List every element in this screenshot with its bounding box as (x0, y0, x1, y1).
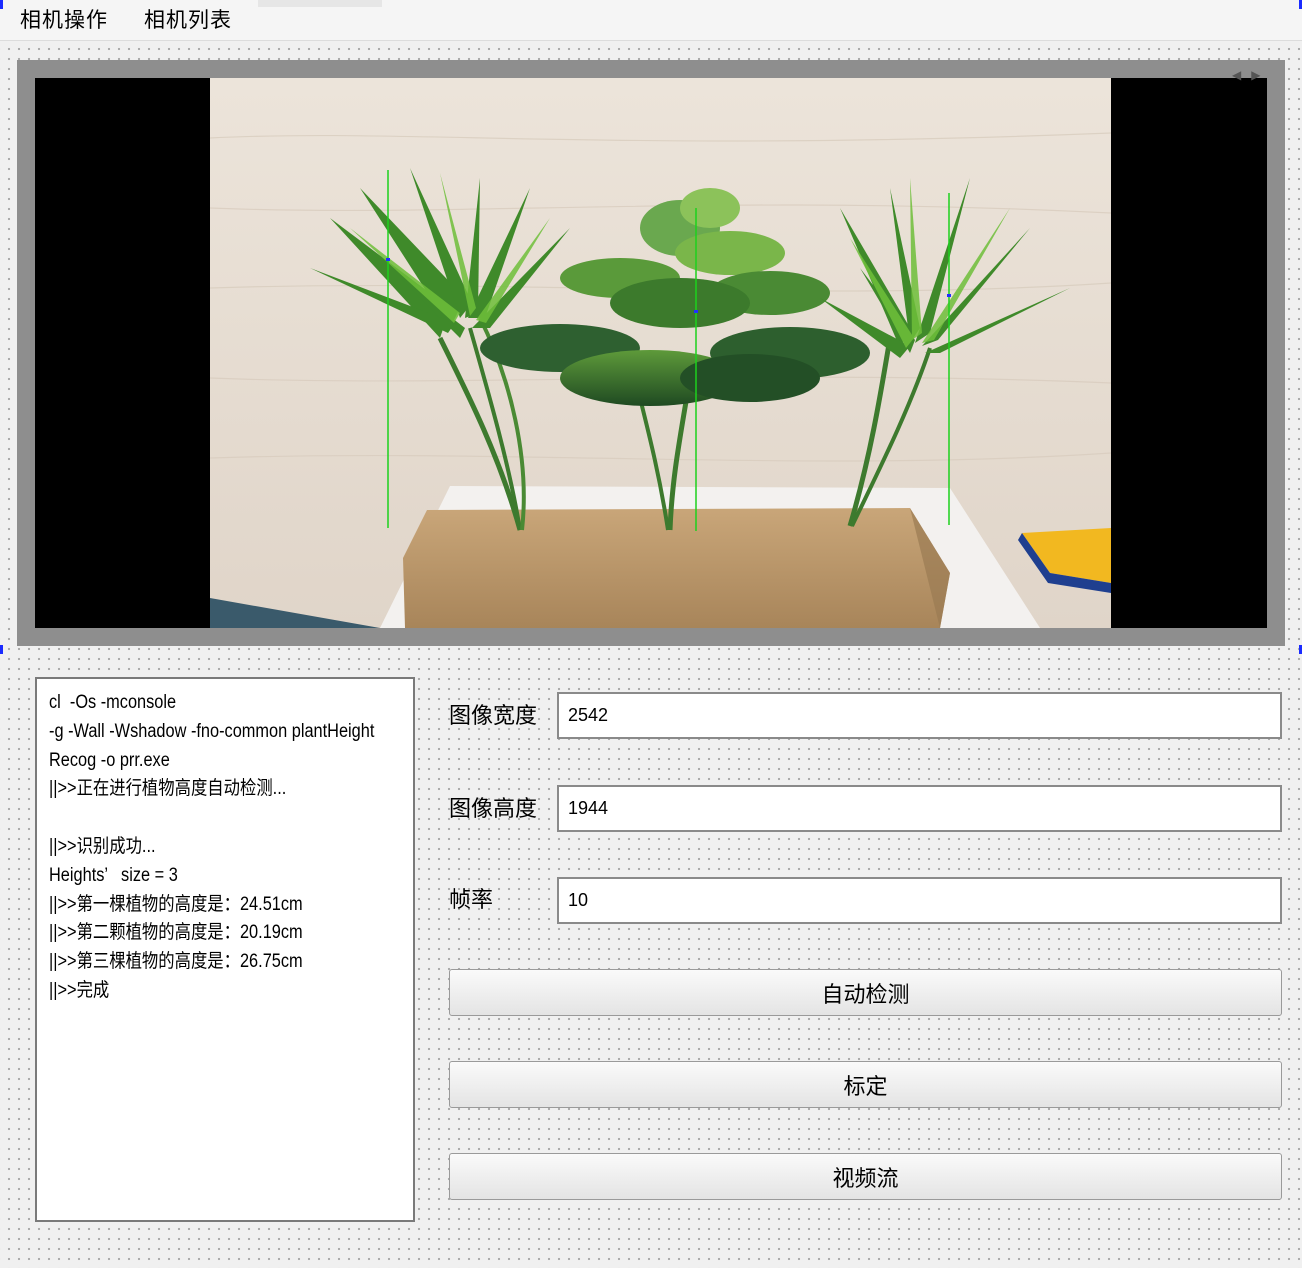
log-line: ||>>正在进行植物高度自动检测... (49, 778, 287, 800)
frame-rate-label: 帧率 (449, 888, 494, 913)
log-line: -g -Wall -Wshadow -fno-common plantHeigh… (49, 720, 375, 742)
log-line: ||>>第一棵植物的高度是：24.51cm (49, 893, 303, 915)
log-line: cl -Os -mconsole (49, 692, 177, 713)
corner-marker (0, 0, 3, 9)
video-stream-button[interactable]: 视频流 (449, 1153, 1282, 1200)
menu-bar: 相机操作 相机列表 (0, 0, 1302, 41)
log-line: ||>>完成 (49, 979, 110, 1001)
plant-scene-illustration (210, 78, 1111, 628)
log-line: ||>>第三棵植物的高度是：26.75cm (49, 951, 303, 973)
camera-image (210, 78, 1111, 628)
log-line: ||>>第二颗植物的高度是：20.19cm (49, 922, 303, 944)
image-width-field[interactable]: 2542 (557, 692, 1282, 739)
menu-camera-operation[interactable]: 相机操作 (20, 6, 108, 34)
log-line: ||>>识别成功... (49, 835, 156, 857)
menu-camera-list[interactable]: 相机列表 (144, 6, 232, 34)
image-height-label: 图像高度 (449, 797, 538, 822)
frame-rate-field[interactable]: 10 (557, 877, 1282, 924)
nav-arrows-icon[interactable]: ◀▶ (1232, 68, 1270, 82)
corner-marker (0, 645, 3, 654)
log-line: Heights’ size = 3 (49, 864, 178, 886)
video-display[interactable]: ◀▶ (17, 60, 1285, 646)
auto-detect-button[interactable]: 自动检测 (449, 969, 1282, 1016)
log-line: Recog -o prr.exe (49, 749, 170, 771)
calibrate-button[interactable]: 标定 (449, 1061, 1282, 1108)
menu-bar-tab-hint (258, 0, 382, 7)
image-width-label: 图像宽度 (449, 704, 538, 729)
log-output[interactable]: cl -Os -mconsole -g -Wall -Wshadow -fno-… (35, 677, 415, 1222)
image-height-field[interactable]: 1944 (557, 785, 1282, 832)
